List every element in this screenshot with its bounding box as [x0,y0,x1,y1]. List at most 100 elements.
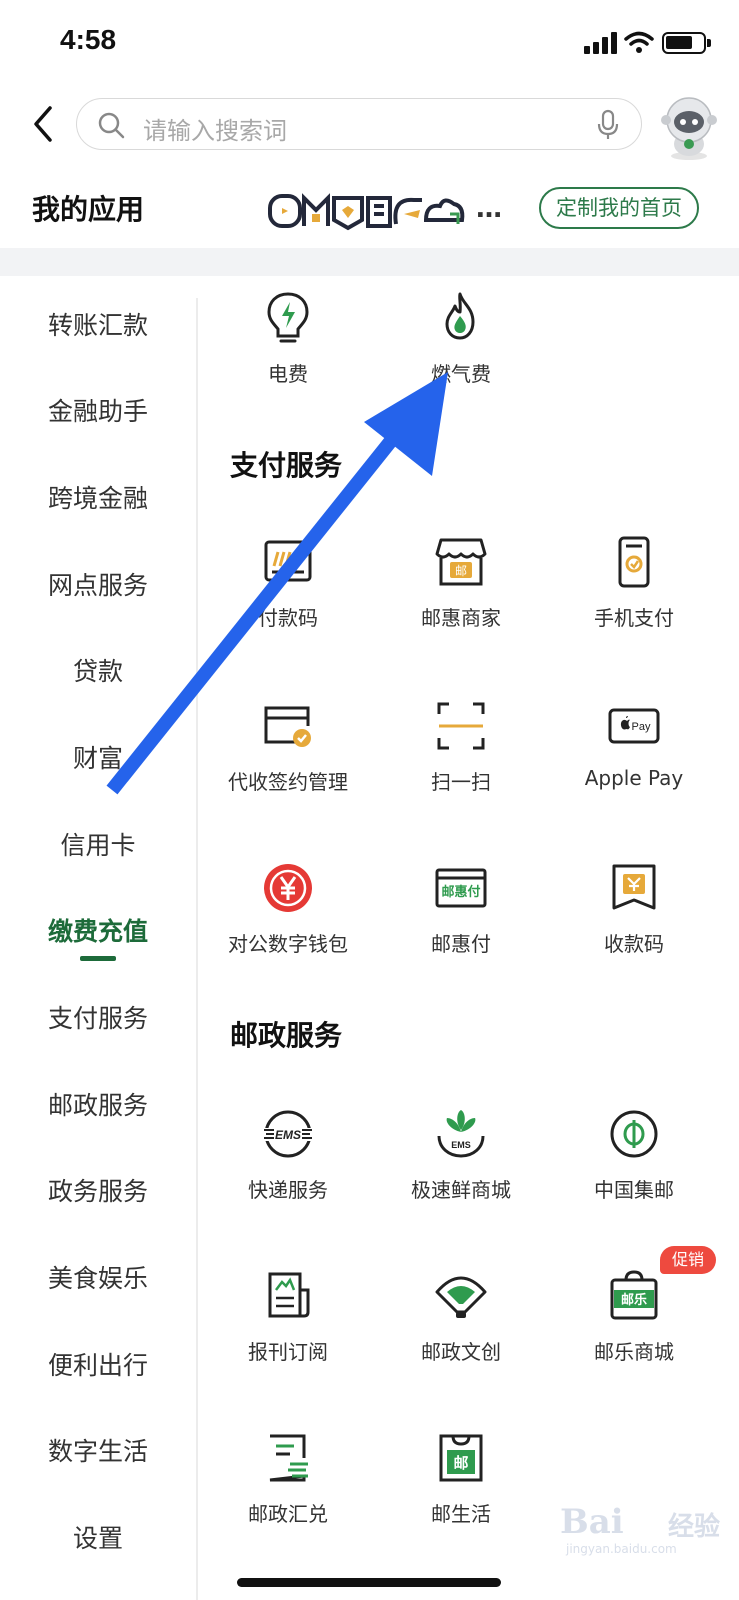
app-payment-code[interactable]: 付款码 [198,534,378,664]
baidu-jingyan-watermark: Bai 经验 jingyan.baidu.com [560,1500,730,1560]
app-apple-pay[interactable]: Pay Apple Pay [544,698,724,828]
sidebar-item-loans[interactable]: 贷款 [0,642,196,702]
back-arrow-icon[interactable] [26,102,62,146]
section-title-payment: 支付服务 [230,449,343,482]
merchant-store-icon: 邮 [435,538,487,586]
sidebar-item-credit-card[interactable]: 信用卡 [0,816,196,876]
app-postal-remittance[interactable]: 邮政汇兑 [198,1430,378,1560]
app-fresh-mall[interactable]: EMS 极速鲜商城 [371,1106,551,1236]
sidebar-item-digital-life[interactable]: 数字生活 [0,1422,196,1482]
app-label: 邮政文创 [421,1340,501,1364]
receive-code-icon [612,864,656,910]
app-label: 邮生活 [431,1502,491,1526]
app-label: 邮惠商家 [421,606,501,630]
watermark-logo: Bai [560,1502,624,1542]
app-label: 报刊订阅 [248,1340,328,1364]
app-china-philately[interactable]: 中国集邮 [544,1106,724,1236]
app-label: 手机支付 [594,606,674,630]
app-label: Apple Pay [584,766,684,790]
search-placeholder: 请输入搜索词 [143,117,287,145]
app-express-service[interactable]: EMS 快递服务 [198,1106,378,1236]
app-label: 代收签约管理 [228,770,348,794]
ems-icon: EMS [262,1110,314,1158]
newspaper-icon [268,1272,310,1318]
sidebar-item-postal-services[interactable]: 邮政服务 [0,1076,196,1136]
app-label: 收款码 [604,932,664,956]
flame-icon [445,292,475,340]
youle-mall-icon: 邮乐 [610,1270,658,1320]
wifi-icon [624,31,654,53]
scan-icon [437,702,485,750]
digital-yuan-icon [264,864,312,912]
app-merchant[interactable]: 邮 邮惠商家 [371,534,551,664]
app-electricity[interactable]: 电费 [198,290,378,420]
sidebar-item-food-entertainment[interactable]: 美食娱乐 [0,1249,196,1309]
youhuifu-icon: 邮惠付 [435,868,487,908]
my-apps-icon-strip[interactable] [268,190,468,232]
svg-text:邮乐: 邮乐 [621,1292,647,1308]
status-time: 4:58 [60,24,117,55]
active-tab-indicator [80,956,116,961]
app-label: 付款码 [258,606,318,630]
philately-icon [610,1110,658,1158]
my-apps-title: 我的应用 [32,193,145,226]
sidebar-item-travel[interactable]: 便利出行 [0,1336,196,1396]
svg-text:EMS: EMS [275,1128,301,1142]
search-input[interactable]: 请输入搜索词 [76,98,642,150]
app-post-life[interactable]: 邮 邮生活 [371,1430,551,1560]
contract-manage-icon [264,706,311,747]
watermark-text: 经验 [668,1512,721,1542]
app-label: 扫一扫 [431,770,491,794]
search-icon [98,112,125,139]
remittance-icon [269,1434,308,1482]
svg-text:Pay: Pay [632,721,651,733]
microphone-icon[interactable] [597,109,619,141]
app-label: 电费 [268,362,308,386]
cellular-signal-icon [584,32,618,54]
app-digital-wallet[interactable]: 对公数字钱包 [198,860,378,990]
svg-text:邮: 邮 [453,1454,468,1472]
app-newspaper-subscription[interactable]: 报刊订阅 [198,1268,378,1398]
post-life-icon: 邮 [439,1434,483,1482]
customize-homepage-button[interactable]: 定制我的首页 [539,187,699,229]
sidebar-item-cross-border[interactable]: 跨境金融 [0,469,196,529]
bulb-bolt-icon [267,292,309,343]
sidebar-item-wealth[interactable]: 财富 [0,729,196,789]
sidebar-item-finance-assistant[interactable]: 金融助手 [0,382,196,442]
app-receive-code[interactable]: 收款码 [544,860,724,990]
sidebar-item-settings[interactable]: 设置 [0,1509,196,1569]
robot-assistant-avatar[interactable] [654,92,724,162]
svg-text:EMS: EMS [451,1140,471,1150]
app-label: 对公数字钱包 [228,932,348,956]
mobile-pay-icon [618,536,650,588]
app-cultural-creative[interactable]: 邮政文创 [371,1268,551,1398]
app-label: 燃气费 [431,362,491,386]
app-label: 邮政汇兑 [248,1502,328,1526]
app-youle-mall[interactable]: 邮乐 邮乐商城 [544,1268,724,1398]
svg-text:邮: 邮 [455,564,467,578]
section-separator [0,248,739,276]
category-sidebar: 转账汇款 金融助手 跨境金融 网点服务 贷款 财富 信用卡 缴费充值 支付服务 … [0,276,196,1600]
sidebar-item-payment-services[interactable]: 支付服务 [0,989,196,1049]
sidebar-item-branch-services[interactable]: 网点服务 [0,556,196,616]
sidebar-item-transfer[interactable]: 转账汇款 [0,296,196,356]
app-mobile-pay[interactable]: 手机支付 [544,534,724,664]
fan-icon [435,1276,487,1318]
promo-badge: 促销 [660,1246,716,1274]
app-label: 中国集邮 [594,1178,674,1202]
app-scan[interactable]: 扫一扫 [371,698,551,828]
battery-icon [662,32,711,54]
more-apps-dots[interactable]: … [476,194,503,224]
home-indicator[interactable] [237,1578,501,1587]
payment-code-icon [264,540,312,582]
svg-text:邮惠付: 邮惠付 [441,884,480,900]
status-bar: 4:58 [0,0,739,88]
watermark-domain: jingyan.baidu.com [566,1542,677,1556]
app-youhuifu[interactable]: 邮惠付 邮惠付 [371,860,551,990]
app-label: 邮乐商城 [594,1340,674,1364]
sidebar-item-government-services[interactable]: 政务服务 [0,1162,196,1222]
app-contract-management[interactable]: 代收签约管理 [198,698,378,828]
app-gas-fee[interactable]: 燃气费 [371,290,551,420]
sidebar-item-bill-payment[interactable]: 缴费充值 [0,902,196,962]
app-label: 快递服务 [248,1178,328,1202]
